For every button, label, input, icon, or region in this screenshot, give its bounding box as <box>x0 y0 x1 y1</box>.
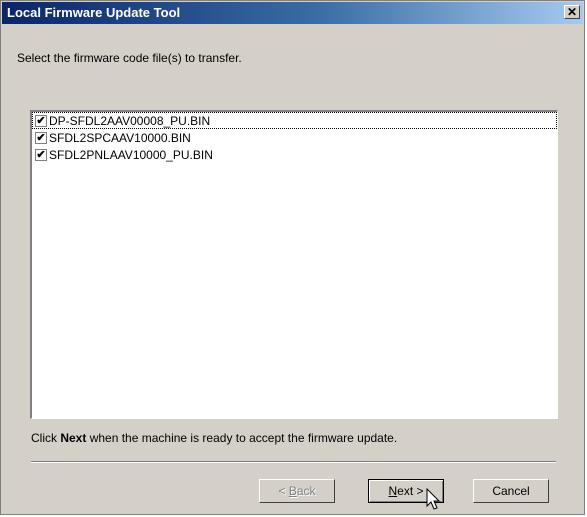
list-item[interactable]: ✔ SFDL2SPCAAV10000.BIN <box>32 129 557 146</box>
hint-prefix: Click <box>31 431 61 445</box>
window-title: Local Firmware Update Tool <box>7 5 181 20</box>
back-button[interactable]: < Back <box>259 479 335 503</box>
list-item[interactable]: ✔ SFDL2PNLAAV10000_PU.BIN <box>32 146 557 163</box>
list-item[interactable]: ✔ DP-SFDL2AAV00008_PU.BIN <box>32 112 557 129</box>
checkmark-icon[interactable]: ✔ <box>35 114 47 127</box>
file-name: DP-SFDL2AAV00008_PU.BIN <box>49 113 211 128</box>
checkmark-icon[interactable]: ✔ <box>35 148 47 161</box>
mouse-pointer-icon <box>426 488 441 510</box>
hint-text: Click Next when the machine is ready to … <box>31 431 397 445</box>
back-rest: ack <box>296 484 316 498</box>
checkmark-icon[interactable]: ✔ <box>35 131 47 144</box>
back-prefix: < <box>278 484 289 498</box>
back-accel: B <box>288 484 297 498</box>
file-name: SFDL2PNLAAV10000_PU.BIN <box>49 147 213 162</box>
close-icon[interactable]: ✕ <box>564 5 580 19</box>
next-accel: N <box>388 484 398 498</box>
next-rest: ext > <box>397 484 424 498</box>
separator <box>31 461 556 463</box>
cancel-button[interactable]: Cancel <box>473 479 549 503</box>
title-bar[interactable]: Local Firmware Update Tool ✕ <box>2 2 583 24</box>
file-name: SFDL2SPCAAV10000.BIN <box>49 130 191 145</box>
hint-suffix: when the machine is ready to accept the … <box>86 431 398 445</box>
hint-bold: Next <box>60 431 87 445</box>
instruction-text: Select the firmware code file(s) to tran… <box>17 51 242 65</box>
file-list[interactable]: ✔ DP-SFDL2AAV00008_PU.BIN ✔ SFDL2SPCAAV1… <box>30 110 558 419</box>
dialog-window: Local Firmware Update Tool ✕ Select the … <box>0 0 585 515</box>
close-glyph: ✕ <box>566 5 578 19</box>
